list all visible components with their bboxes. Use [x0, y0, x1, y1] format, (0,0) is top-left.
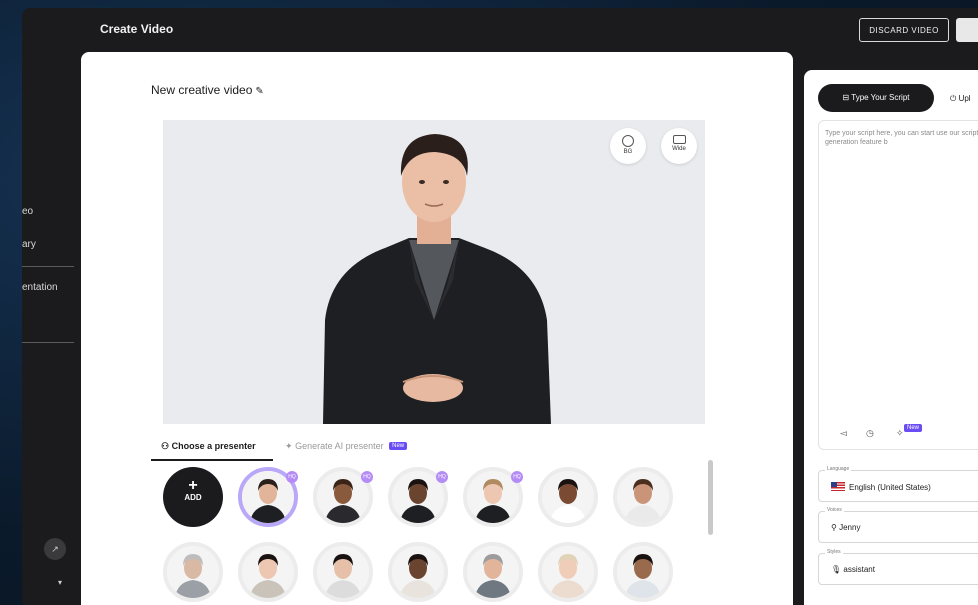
timer-icon[interactable]: ◷: [866, 428, 874, 439]
voice-select[interactable]: Voices ⚲ Jenny: [818, 507, 978, 543]
presenter-avatar[interactable]: [613, 542, 673, 602]
style-value: assistant: [843, 565, 875, 574]
script-textarea[interactable]: Type your script here, you can start use…: [818, 120, 978, 450]
sparkle-icon[interactable]: ✧: [896, 428, 904, 439]
voice-value-wrap: ⚲ Jenny: [831, 523, 860, 532]
page-title: Create Video: [100, 22, 174, 36]
voice-value: Jenny: [839, 523, 861, 532]
style-value-wrap: 🎙 assistant: [831, 565, 875, 574]
tab-label: Generate AI presenter: [295, 441, 384, 451]
script-panel: ⊟ Type Your Script ⏻ Upl Type your scrip…: [804, 70, 978, 605]
bg-label: BG: [623, 149, 633, 155]
sidebar-divider: [22, 342, 74, 343]
presenter-avatar[interactable]: [538, 542, 598, 602]
app-window: Create Video DISCARD VIDEO eo ary entati…: [22, 8, 978, 605]
tab-label: Upl: [958, 94, 971, 103]
discard-video-button[interactable]: DISCARD VIDEO: [859, 18, 949, 42]
tab-generate-ai-presenter[interactable]: ✦ Generate AI presenter New: [285, 441, 408, 452]
sidebar: eo ary entation ↗ ▾: [22, 52, 80, 605]
presenter-avatar[interactable]: [463, 542, 523, 602]
tab-choose-presenter[interactable]: ⚇ Choose a presenter: [151, 441, 273, 461]
styles-label: Styles: [825, 549, 843, 555]
pencil-icon[interactable]: ✎: [255, 86, 263, 97]
style-select[interactable]: Styles 🎙 assistant: [818, 549, 978, 585]
presenter-preview-figure: [323, 134, 551, 424]
presenter-thumbnail: [242, 546, 294, 598]
generate-button[interactable]: [956, 18, 978, 42]
presenter-thumbnail: [617, 546, 669, 598]
tab-label: Choose a presenter: [171, 441, 256, 451]
wide-button[interactable]: Wide: [661, 128, 697, 164]
add-presenter-button[interactable]: + ADD: [163, 467, 223, 527]
tab-upload-audio[interactable]: ⏻ Upl: [950, 94, 971, 104]
presenter-avatar[interactable]: [538, 467, 598, 527]
sidebar-item-library[interactable]: ary: [22, 239, 36, 250]
hq-badge: HQ: [286, 471, 298, 483]
wide-icon: [672, 135, 686, 144]
presenter-thumbnail: [167, 546, 219, 598]
add-label: ADD: [184, 493, 202, 502]
language-value: English (United States): [849, 483, 931, 492]
language-value-wrap: English (United States): [831, 482, 931, 492]
plus-icon: +: [188, 477, 198, 494]
presenter-avatar[interactable]: [238, 542, 298, 602]
video-title-text: New creative video: [151, 83, 253, 97]
tab-label: Type Your Script: [851, 93, 910, 102]
sidebar-item-presentation[interactable]: entation: [22, 282, 58, 293]
video-preview: BG Wide: [163, 120, 705, 424]
script-placeholder: Type your script here, you can start use…: [825, 130, 978, 146]
presenter-thumbnail: [392, 546, 444, 598]
presenter-avatar[interactable]: [613, 467, 673, 527]
hq-badge: HQ: [511, 471, 523, 483]
presenter-thumbnail: [317, 546, 369, 598]
scrollbar[interactable]: [708, 460, 713, 535]
sidebar-divider: [22, 266, 74, 267]
new-badge: New: [904, 424, 923, 432]
person-icon: ⚲: [831, 523, 840, 532]
chevron-down-icon[interactable]: ▾: [58, 578, 62, 587]
background-button[interactable]: BG: [610, 128, 646, 164]
presenter-avatar[interactable]: [313, 542, 373, 602]
circle-icon: [622, 135, 634, 147]
upload-icon: ⏻: [950, 94, 957, 103]
sidebar-item-video[interactable]: eo: [22, 206, 33, 217]
user-icon: ⚇: [161, 441, 170, 451]
top-bar: Create Video DISCARD VIDEO: [22, 8, 978, 52]
presenter-thumbnail: [542, 471, 594, 523]
language-select[interactable]: Language English (United States): [818, 466, 978, 502]
presenter-thumbnail: [467, 546, 519, 598]
new-badge: New: [389, 442, 408, 450]
sparkle-icon: ✦: [285, 441, 293, 451]
speaker-icon[interactable]: ◅: [840, 428, 847, 439]
hq-badge: HQ: [361, 471, 373, 483]
language-label: Language: [825, 466, 852, 472]
voices-label: Voices: [825, 507, 844, 513]
presenter-thumbnail: [617, 471, 669, 523]
us-flag-icon: [831, 482, 845, 491]
hq-badge: HQ: [436, 471, 448, 483]
video-title[interactable]: New creative video ✎: [151, 83, 264, 97]
presenter-avatar[interactable]: [163, 542, 223, 602]
presenter-thumbnail: [542, 546, 594, 598]
user-avatar-button[interactable]: ↗: [44, 538, 66, 560]
document-icon: ⊟: [842, 93, 850, 102]
presenter-avatar[interactable]: [388, 542, 448, 602]
editor-panel: New creative video ✎ BG Wide ⚇ Choose a …: [81, 52, 793, 605]
tab-type-script[interactable]: ⊟ Type Your Script: [818, 84, 934, 112]
mic-icon: 🎙: [831, 565, 844, 574]
wide-label: Wide: [672, 146, 686, 152]
